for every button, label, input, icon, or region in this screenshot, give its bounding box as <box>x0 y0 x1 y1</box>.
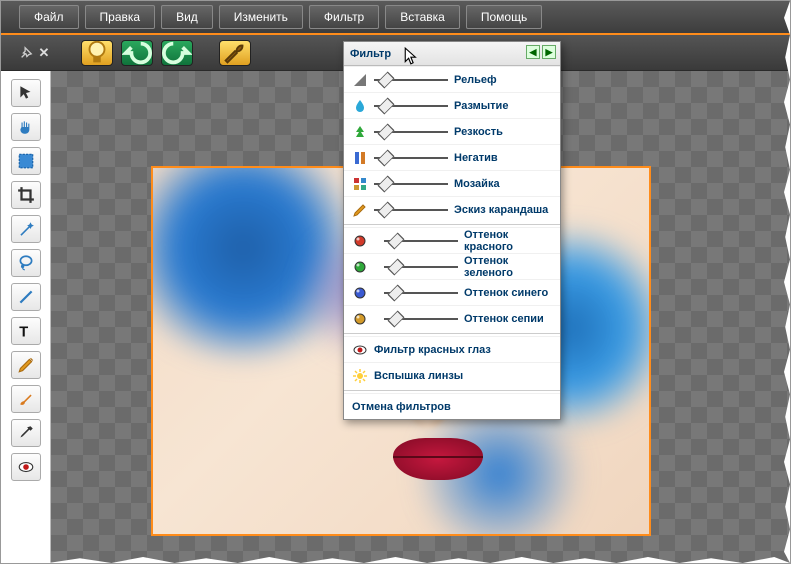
filter-emboss-icon[interactable]: Рельеф <box>344 66 560 92</box>
filter-green-dot-icon[interactable]: Оттенок зеленого <box>344 253 560 279</box>
filter-mosaic-icon[interactable]: Мозайка <box>344 170 560 196</box>
sepia-dot-icon <box>352 311 368 327</box>
pencil-sketch-icon <box>352 202 368 218</box>
menu-insert[interactable]: Вставка <box>385 5 460 29</box>
menu-edit[interactable]: Правка <box>85 5 156 29</box>
filter-blue-dot-icon[interactable]: Оттенок синего <box>344 279 560 305</box>
filter-redeye-icon[interactable]: Фильтр красных глаз <box>344 336 560 362</box>
crop-tool[interactable] <box>11 181 41 209</box>
menu-filter[interactable]: Фильтр <box>309 5 379 29</box>
menubar: Файл Правка Вид Изменить Фильтр Вставка … <box>1 1 790 35</box>
filter-pencil-sketch-icon[interactable]: Эскиз карандаша <box>344 196 560 222</box>
redeye-tool[interactable] <box>11 453 41 481</box>
pointer-tool[interactable] <box>11 79 41 107</box>
redo-button[interactable] <box>161 40 193 66</box>
panel-next-icon[interactable]: ▶ <box>542 45 556 59</box>
filter-label: Оттенок синего <box>464 287 552 299</box>
close-icon[interactable]: ✕ <box>37 46 51 60</box>
filter-negative-icon[interactable]: Негатив <box>344 144 560 170</box>
filter-label: Эскиз карандаша <box>454 204 552 216</box>
tool-palette: T <box>1 71 51 563</box>
lensflare-icon <box>352 368 368 384</box>
slider-icon[interactable] <box>384 234 458 248</box>
filter-drop-icon[interactable]: Размытие <box>344 92 560 118</box>
slider-icon[interactable] <box>374 73 448 87</box>
selection-tool[interactable] <box>11 147 41 175</box>
drop-icon <box>352 98 368 114</box>
magic-wand-tool[interactable] <box>11 215 41 243</box>
slider-icon[interactable] <box>374 99 448 113</box>
settings-button[interactable] <box>219 40 251 66</box>
pin-icon[interactable] <box>19 46 33 60</box>
green-dot-icon <box>352 259 368 275</box>
filter-cancel[interactable]: Отмена фильтров <box>344 393 560 419</box>
filter-label: Рельеф <box>454 74 552 86</box>
slider-icon[interactable] <box>374 125 448 139</box>
panel-prev-icon[interactable]: ◀ <box>526 45 540 59</box>
filter-label: Оттенок зеленого <box>464 255 552 279</box>
hint-button[interactable] <box>81 40 113 66</box>
undo-button[interactable] <box>121 40 153 66</box>
slider-icon[interactable] <box>374 203 448 217</box>
red-dot-icon <box>352 233 368 249</box>
slider-icon[interactable] <box>374 151 448 165</box>
tree-icon <box>352 124 368 140</box>
hand-tool[interactable] <box>11 113 41 141</box>
redo-icon <box>162 38 192 68</box>
filter-label: Вспышка линзы <box>374 370 552 382</box>
mosaic-icon <box>352 176 368 192</box>
filter-red-dot-icon[interactable]: Оттенок красного <box>344 227 560 253</box>
filter-label: Размытие <box>454 100 552 112</box>
text-tool[interactable]: T <box>11 317 41 345</box>
filter-label: Мозайка <box>454 178 552 190</box>
pencil-tool[interactable] <box>11 351 41 379</box>
undo-icon <box>122 38 152 68</box>
filter-lensflare-icon[interactable]: Вспышка линзы <box>344 362 560 388</box>
svg-text:T: T <box>19 325 28 340</box>
menu-file[interactable]: Файл <box>19 5 79 29</box>
cursor-icon <box>403 47 421 70</box>
menu-modify[interactable]: Изменить <box>219 5 303 29</box>
slider-icon[interactable] <box>384 312 458 326</box>
filter-label: Резкость <box>454 126 552 138</box>
bulb-icon <box>82 38 112 68</box>
filter-panel: Фильтр ◀ ▶ Рельеф Размытие Резкость Нега… <box>343 41 561 420</box>
slider-icon[interactable] <box>374 177 448 191</box>
blue-dot-icon <box>352 285 368 301</box>
filter-label: Оттенок красного <box>464 229 552 253</box>
menu-view[interactable]: Вид <box>161 5 213 29</box>
brush-tool[interactable] <box>11 385 41 413</box>
filter-label: Оттенок сепии <box>464 313 552 325</box>
lasso-tool[interactable] <box>11 249 41 277</box>
wrench-icon <box>220 38 250 68</box>
redeye-icon <box>352 342 368 358</box>
filter-tree-icon[interactable]: Резкость <box>344 118 560 144</box>
eyedropper-tool[interactable] <box>11 419 41 447</box>
filter-label: Негатив <box>454 152 552 164</box>
slider-icon[interactable] <box>384 286 458 300</box>
filter-sepia-dot-icon[interactable]: Оттенок сепии <box>344 305 560 331</box>
line-tool[interactable] <box>11 283 41 311</box>
slider-icon[interactable] <box>384 260 458 274</box>
filter-panel-title: Фильтр ◀ ▶ <box>344 42 560 66</box>
filter-label: Фильтр красных глаз <box>374 344 552 356</box>
negative-icon <box>352 150 368 166</box>
menu-help[interactable]: Помощь <box>466 5 542 29</box>
emboss-icon <box>352 72 368 88</box>
app-window: Файл Правка Вид Изменить Фильтр Вставка … <box>0 0 791 564</box>
